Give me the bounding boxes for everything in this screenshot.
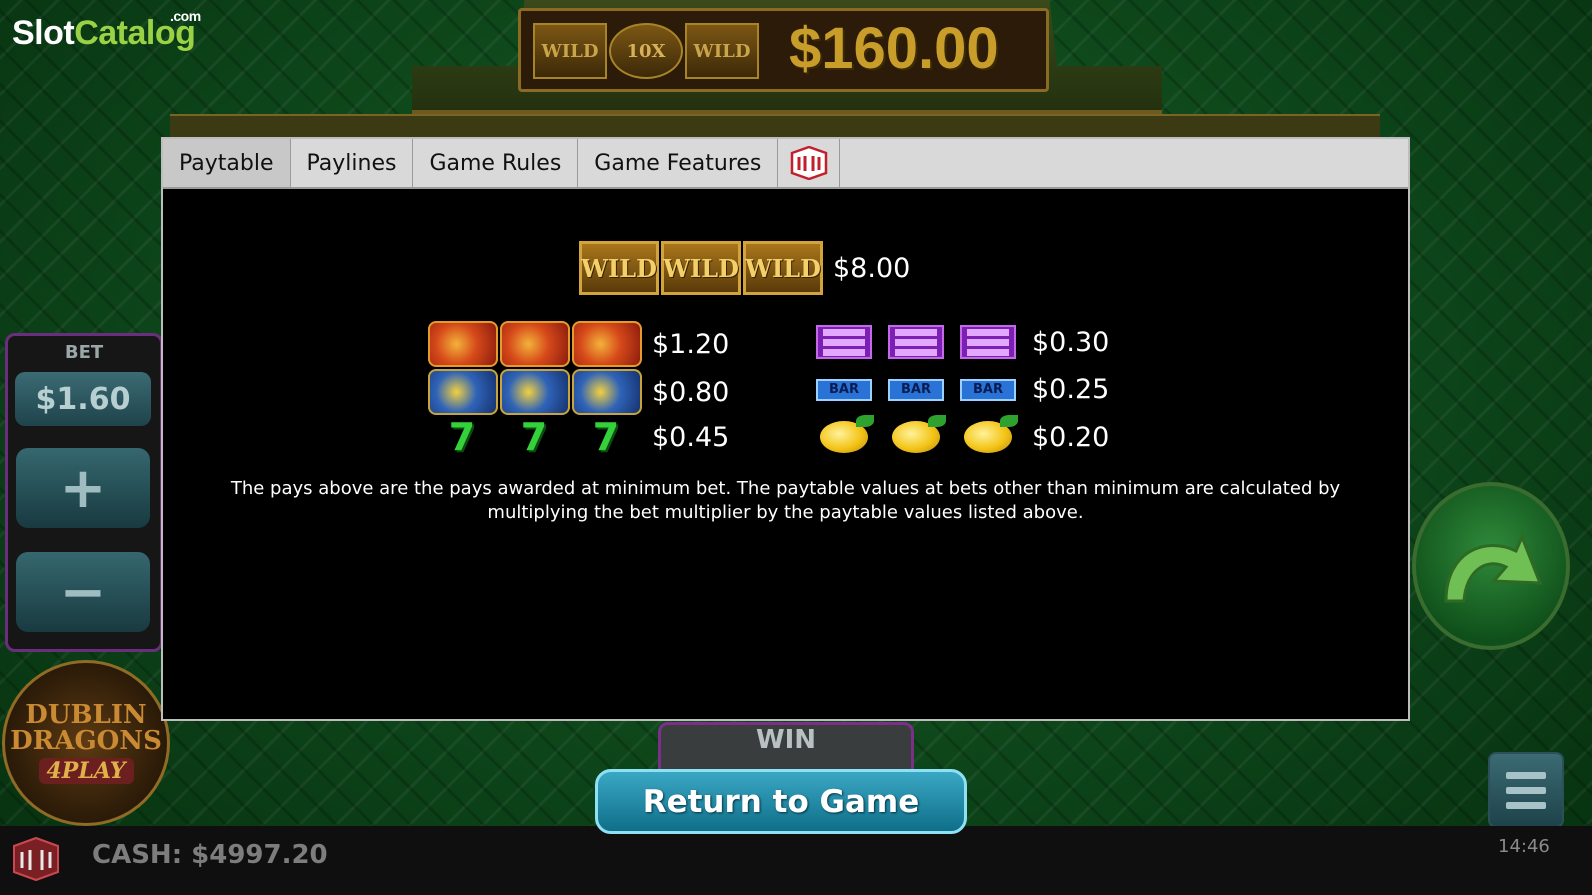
jackpot-amount: $160.00 xyxy=(789,16,999,81)
dialog-tabs: Paytable Paylines Game Rules Game Featur… xyxy=(163,139,1408,189)
tab-game-rules[interactable]: Game Rules xyxy=(413,139,579,187)
bar-symbol: BAR xyxy=(816,378,872,401)
red-dragon-symbol xyxy=(572,321,642,367)
jackpot-wild-symbol: WILD xyxy=(533,23,607,79)
dwg-logo-icon xyxy=(13,836,59,882)
seven-symbol: 7 xyxy=(448,415,478,459)
paytable-row-wild: WILD WILD WILD $8.00 xyxy=(579,241,910,295)
paytable-row-blue-dragon: $0.80 xyxy=(428,369,729,415)
game-logo-line1: DUBLIN xyxy=(25,700,147,730)
game-logo-line3: 4PLAY xyxy=(38,758,134,784)
paytable-note: The pays above are the pays awarded at m… xyxy=(230,478,1341,523)
bet-increase-button[interactable]: + xyxy=(16,448,150,528)
triple-bar-symbol xyxy=(888,325,944,359)
pay-amount: $0.25 xyxy=(1032,374,1110,405)
menu-button[interactable] xyxy=(1488,752,1564,828)
blue-dragon-symbol xyxy=(500,369,570,415)
bar-symbol: BAR xyxy=(960,378,1016,401)
pay-amount: $0.30 xyxy=(1032,326,1110,358)
triple-bar-symbol xyxy=(816,325,872,359)
seven-symbol: 7 xyxy=(592,415,622,459)
paytable-row-red-dragon: $1.20 xyxy=(428,321,729,367)
bar-symbol: BAR xyxy=(888,378,944,401)
wild-symbol: WILD xyxy=(579,241,659,295)
clock: 14:46 xyxy=(1498,836,1550,857)
dwg-logo-icon xyxy=(790,146,828,180)
menu-icon xyxy=(1506,771,1546,779)
bet-decrease-button[interactable]: − xyxy=(16,552,150,632)
tab-paylines[interactable]: Paylines xyxy=(291,139,414,187)
triple-bar-symbol xyxy=(960,325,1016,359)
wild-symbol: WILD xyxy=(743,241,823,295)
pay-amount: $8.00 xyxy=(833,252,911,284)
game-logo: DUBLIN DRAGONS 4PLAY xyxy=(2,660,170,826)
lemon-symbol xyxy=(964,415,1018,453)
paytable-row-seven: 7 7 7 $0.45 xyxy=(428,415,730,459)
pay-amount: $0.20 xyxy=(1032,421,1110,453)
paytable-row-lemon: $0.20 xyxy=(808,415,1110,453)
wild-symbol: WILD xyxy=(661,241,741,295)
jackpot-wild-symbol: WILD xyxy=(685,23,759,79)
pay-amount: $0.80 xyxy=(652,376,730,408)
lemon-symbol xyxy=(892,415,946,453)
pay-amount: $1.20 xyxy=(652,328,730,360)
slotcatalog-logo: SlotCatalog .com xyxy=(12,8,201,52)
seven-symbol: 7 xyxy=(520,415,550,459)
bet-value: $1.60 xyxy=(15,372,151,426)
cash-balance: CASH: $4997.20 xyxy=(92,840,328,870)
red-dragon-symbol xyxy=(500,321,570,367)
paytable-row-triple-bar: $0.30 xyxy=(808,325,1109,359)
game-logo-line2: DRAGONS xyxy=(10,726,162,756)
paytable-content: WILD WILD WILD $8.00 $1.20 $0.80 7 7 7 $… xyxy=(163,187,1408,719)
paytable-dialog: Paytable Paylines Game Rules Game Featur… xyxy=(161,137,1410,721)
spin-button[interactable] xyxy=(1412,482,1570,650)
bet-label: BET xyxy=(64,342,104,363)
tab-paytable[interactable]: Paytable xyxy=(163,139,291,187)
win-label: WIN xyxy=(755,725,817,755)
spin-arrow-icon xyxy=(1444,533,1543,603)
paytable-row-bar: BAR BAR BAR $0.25 xyxy=(808,374,1109,405)
bet-panel: BET $1.60 + − xyxy=(5,333,163,652)
blue-dragon-symbol xyxy=(428,369,498,415)
red-dragon-symbol xyxy=(428,321,498,367)
lemon-symbol xyxy=(820,415,874,453)
jackpot-display: WILD 10X WILD $160.00 xyxy=(518,8,1049,92)
pay-amount: $0.45 xyxy=(652,421,730,453)
return-to-game-button[interactable]: Return to Game xyxy=(595,769,967,834)
blue-dragon-symbol xyxy=(572,369,642,415)
tab-dwg[interactable] xyxy=(778,139,841,187)
tab-game-features[interactable]: Game Features xyxy=(578,139,779,187)
jackpot-multiplier: 10X xyxy=(609,23,683,79)
